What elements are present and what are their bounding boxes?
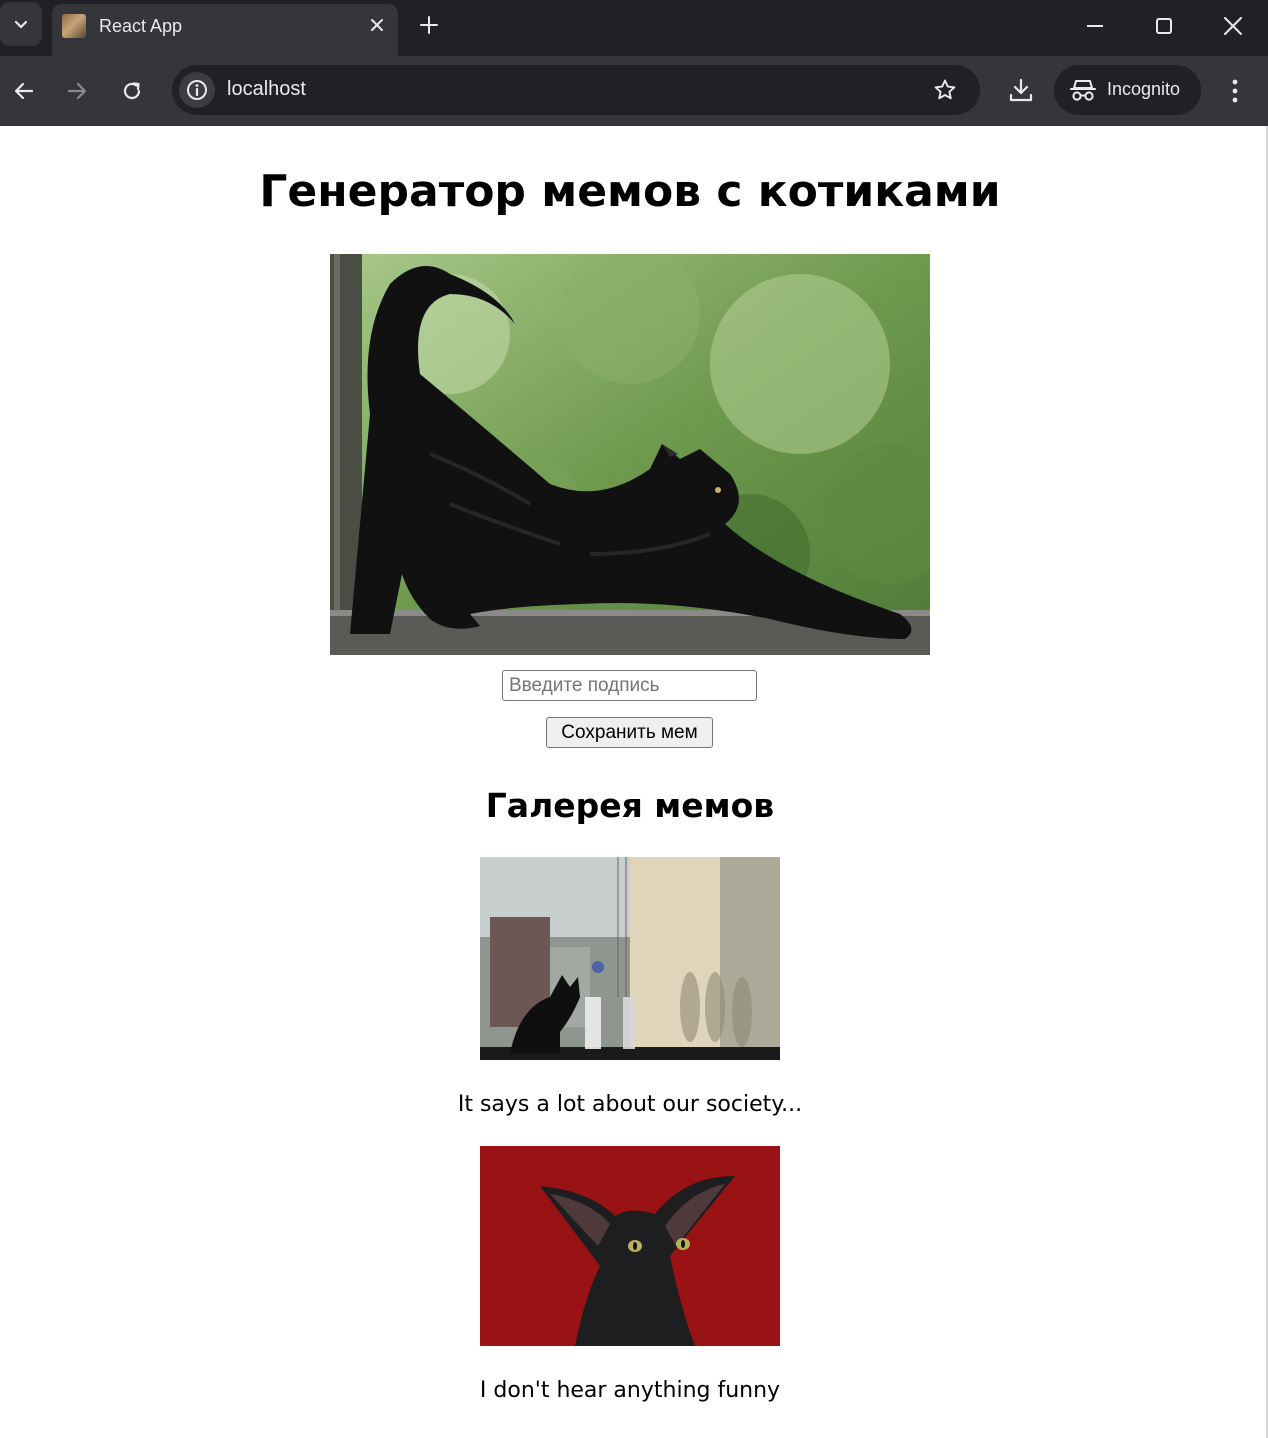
maximize-icon (1156, 18, 1172, 34)
caption-input[interactable] (502, 670, 757, 701)
reload-icon (123, 82, 141, 100)
gallery-caption: It says a lot about our society... (457, 1092, 803, 1117)
page-content: Генератор мемов с котиками Введите подпи… (0, 126, 1266, 1438)
close-icon (371, 19, 383, 31)
incognito-badge[interactable]: Incognito (1054, 65, 1201, 115)
plus-icon (420, 16, 438, 34)
browser-tab-active[interactable]: React App (52, 4, 398, 56)
maximize-button[interactable] (1141, 6, 1187, 46)
back-button[interactable] (7, 74, 41, 108)
minimize-icon (1087, 25, 1103, 27)
page-title: Генератор мемов с котиками (259, 166, 1001, 217)
gallery-title: Галерея мемов (485, 786, 775, 825)
gallery-caption: I don't hear anything funny (479, 1378, 781, 1403)
address-bar[interactable]: localhost (172, 65, 980, 115)
download-icon (1009, 78, 1033, 102)
site-info-button[interactable] (179, 72, 215, 108)
save-meme-button[interactable]: Сохранить мем (546, 717, 713, 748)
close-icon (1224, 17, 1242, 35)
info-icon (187, 80, 207, 100)
arrow-left-icon (14, 82, 34, 100)
kebab-menu-icon (1232, 79, 1238, 103)
gallery-image (480, 1146, 780, 1346)
downloads-button[interactable] (1003, 72, 1039, 108)
browser-menu-button[interactable] (1222, 73, 1248, 109)
tab-search-button[interactable] (0, 2, 42, 46)
star-icon (934, 79, 956, 100)
close-tab-button[interactable] (364, 12, 390, 38)
close-window-button[interactable] (1210, 6, 1256, 46)
forward-button[interactable] (60, 74, 94, 108)
tab-favicon (62, 14, 86, 38)
new-tab-button[interactable] (414, 10, 444, 40)
chevron-down-icon (14, 20, 28, 29)
incognito-label: Incognito (1107, 79, 1181, 99)
browser-toolbar: localhost Incognito (0, 56, 1268, 126)
minimize-button[interactable] (1072, 6, 1118, 46)
browser-title-bar: React App (0, 0, 1268, 56)
tab-title: React App (99, 16, 183, 36)
url-text[interactable]: localhost (227, 78, 306, 101)
arrow-right-icon (67, 82, 87, 100)
main-meme-image (330, 254, 930, 655)
incognito-icon (1070, 80, 1096, 101)
reload-button[interactable] (115, 74, 149, 108)
bookmark-button[interactable] (930, 75, 960, 105)
gallery-image (480, 857, 780, 1060)
